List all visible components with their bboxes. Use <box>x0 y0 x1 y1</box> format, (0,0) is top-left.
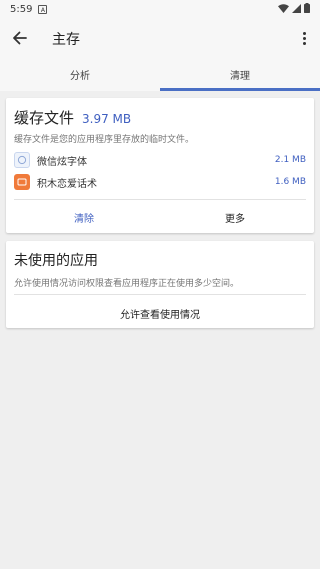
tab-analysis[interactable]: 分析 <box>0 58 160 91</box>
arrow-back-icon <box>13 31 27 45</box>
more-button[interactable]: 更多 <box>225 210 245 225</box>
love-app-icon <box>14 174 30 190</box>
status-icons <box>278 3 310 13</box>
more-vert-icon-dot <box>302 41 306 45</box>
allow-usage-access-button[interactable]: 允许查看使用情况 <box>6 306 314 321</box>
list-item[interactable]: 微信炫字体 2.1 MB <box>14 151 306 169</box>
wifi-icon <box>278 3 289 13</box>
signal-icon <box>292 3 301 13</box>
status-bar: 5:59 A <box>0 0 320 18</box>
notification-icon: A <box>38 4 48 14</box>
tab-bar: 分析 清理 <box>0 58 320 91</box>
more-vert-icon-dot <box>302 36 306 40</box>
cache-description: 缓存文件是您的应用程序里存放的临时文件。 <box>14 135 195 145</box>
cache-title: 缓存文件 <box>14 109 75 127</box>
font-app-icon <box>14 152 30 168</box>
clear-button[interactable]: 清除 <box>74 210 94 225</box>
app-bar: 主存 <box>0 18 320 58</box>
list-item[interactable]: 积木恋爱话术 1.6 MB <box>14 173 306 191</box>
cache-title-row: 缓存文件 3.97 MB <box>14 107 131 128</box>
status-time: 5:59 <box>10 3 33 15</box>
app-name: 微信炫字体 <box>37 156 87 168</box>
back-button[interactable] <box>10 28 30 48</box>
app-name: 积木恋爱话术 <box>37 178 97 190</box>
cache-total-size: 3.97 MB <box>82 112 132 126</box>
divider <box>14 199 306 200</box>
unused-apps-card: 未使用的应用 允许使用情况访问权限查看应用程序正在使用多少空间。 允许查看使用情… <box>6 241 314 328</box>
unused-apps-description: 允许使用情况访问权限查看应用程序正在使用多少空间。 <box>14 279 240 289</box>
battery-icon <box>304 3 310 13</box>
cache-files-card: 缓存文件 3.97 MB 缓存文件是您的应用程序里存放的临时文件。 微信炫字体 … <box>6 98 314 233</box>
divider <box>14 294 306 295</box>
tab-clean[interactable]: 清理 <box>160 58 320 91</box>
app-cache-size: 2.1 MB <box>274 155 306 165</box>
unused-apps-title: 未使用的应用 <box>14 253 98 269</box>
more-vert-icon <box>302 31 306 35</box>
app-cache-size: 1.6 MB <box>274 177 306 187</box>
more-options-button[interactable] <box>298 28 310 48</box>
page-title: 主存 <box>52 32 80 48</box>
